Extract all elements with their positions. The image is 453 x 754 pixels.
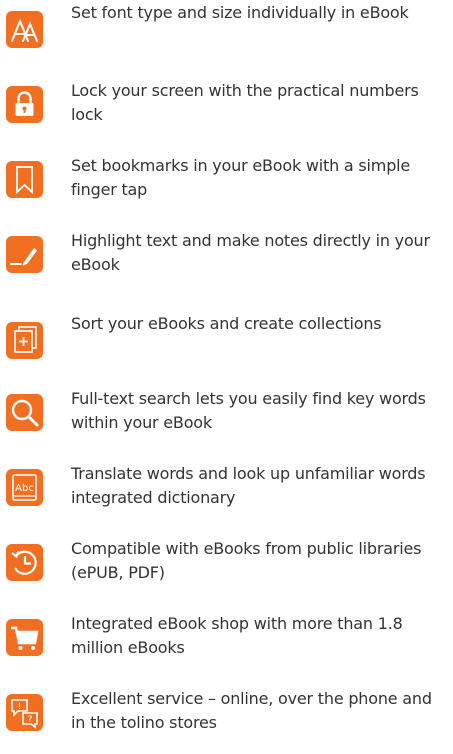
feature-item-service: ! ? Excellent service – online, over the… [0, 689, 453, 754]
svg-text:!: ! [18, 702, 22, 712]
highlight-pen-icon [6, 236, 43, 273]
feature-text: Lock your screen with the practical numb… [71, 81, 419, 124]
feature-text: Full-text search lets you easily find ke… [71, 389, 426, 432]
history-clock-icon [6, 544, 43, 581]
feature-item-libraries: Compatible with eBooks from public libra… [0, 539, 453, 604]
shopping-cart-icon [6, 619, 43, 656]
feature-text: Set bookmarks in your eBook with a simpl… [71, 156, 411, 199]
support-chat-icon: ! ? [6, 694, 43, 731]
feature-text: Compatible with eBooks from public libra… [71, 539, 422, 582]
bookmark-icon [6, 161, 43, 198]
svg-text:?: ? [28, 715, 33, 725]
dictionary-icon: Abc [6, 469, 43, 506]
feature-text: Translate words and look up unfamiliar w… [71, 464, 426, 507]
feature-text: Excellent service – online, over the pho… [71, 689, 432, 732]
feature-item-font: Set font type and size individually in e… [0, 3, 453, 71]
feature-text: Integrated eBook shop with more than 1.8… [71, 614, 403, 657]
feature-item-highlight: Highlight text and make notes directly i… [0, 231, 453, 296]
feature-text: Sort your eBooks and create collections [71, 314, 382, 333]
feature-item-lock: Lock your screen with the practical numb… [0, 81, 453, 146]
lock-icon [6, 86, 43, 123]
collections-icon [6, 322, 43, 359]
feature-item-search: Full-text search lets you easily find ke… [0, 389, 453, 454]
feature-text: Highlight text and make notes directly i… [71, 231, 430, 274]
feature-text: Set font type and size individually in e… [71, 3, 409, 22]
feature-item-bookmark: Set bookmarks in your eBook with a simpl… [0, 156, 453, 221]
search-icon [6, 394, 43, 431]
svg-text:Abc: Abc [15, 483, 34, 494]
feature-item-shop: Integrated eBook shop with more than 1.8… [0, 614, 453, 679]
feature-item-dictionary: Abc Translate words and look up unfamili… [0, 464, 453, 529]
feature-item-collections: Sort your eBooks and create collections [0, 314, 453, 382]
font-size-icon [6, 11, 43, 48]
